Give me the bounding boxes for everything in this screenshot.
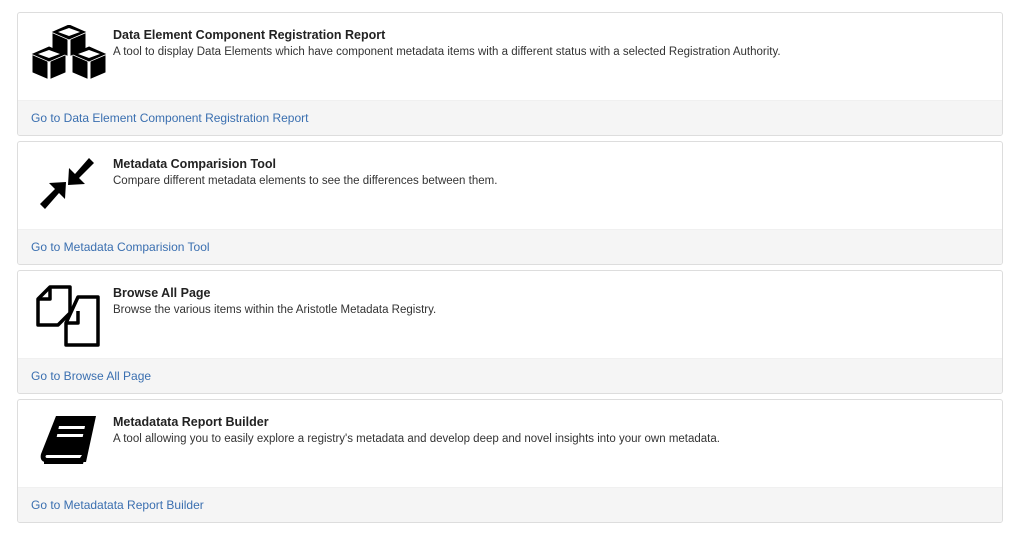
- go-to-tool-link[interactable]: Go to Metadatata Report Builder: [31, 498, 204, 512]
- copy-files-icon: [30, 283, 108, 353]
- tool-card-footer: Go to Metadatata Report Builder: [18, 487, 1002, 522]
- go-to-tool-link[interactable]: Go to Metadata Comparision Tool: [31, 240, 210, 254]
- tool-card-data-element-report: Data Element Component Registration Repo…: [17, 12, 1003, 136]
- tool-card-body: Metadata Comparision Tool Compare differ…: [18, 142, 1002, 231]
- tool-title: Browse All Page: [113, 286, 211, 300]
- tool-description: Browse the various items within the Aris…: [113, 304, 437, 316]
- book-icon: [30, 412, 108, 482]
- tool-card-body: Metadatata Report Builder A tool allowin…: [18, 400, 1002, 489]
- tool-description: Compare different metadata elements to s…: [113, 175, 498, 187]
- tool-card-footer: Go to Data Element Component Registratio…: [18, 100, 1002, 135]
- tool-title: Data Element Component Registration Repo…: [113, 28, 386, 42]
- tool-description: A tool allowing you to easily explore a …: [113, 433, 720, 445]
- tool-card-footer: Go to Browse All Page: [18, 358, 1002, 393]
- tool-title: Metadata Comparision Tool: [113, 157, 276, 171]
- cubes-icon: [30, 25, 108, 95]
- go-to-tool-link[interactable]: Go to Data Element Component Registratio…: [31, 111, 308, 125]
- tool-title: Metadatata Report Builder: [113, 415, 269, 429]
- tool-card-browse-all: Browse All Page Browse the various items…: [17, 270, 1003, 394]
- tool-card-report-builder: Metadatata Report Builder A tool allowin…: [17, 399, 1003, 523]
- compress-arrows-icon: [30, 154, 108, 224]
- tool-card-body: Data Element Component Registration Repo…: [18, 13, 1002, 102]
- tool-description: A tool to display Data Elements which ha…: [113, 46, 781, 58]
- go-to-tool-link[interactable]: Go to Browse All Page: [31, 369, 151, 383]
- tools-list: Data Element Component Registration Repo…: [17, 12, 1003, 528]
- tool-card-footer: Go to Metadata Comparision Tool: [18, 229, 1002, 264]
- tool-card-body: Browse All Page Browse the various items…: [18, 271, 1002, 360]
- tool-card-metadata-comparison: Metadata Comparision Tool Compare differ…: [17, 141, 1003, 265]
